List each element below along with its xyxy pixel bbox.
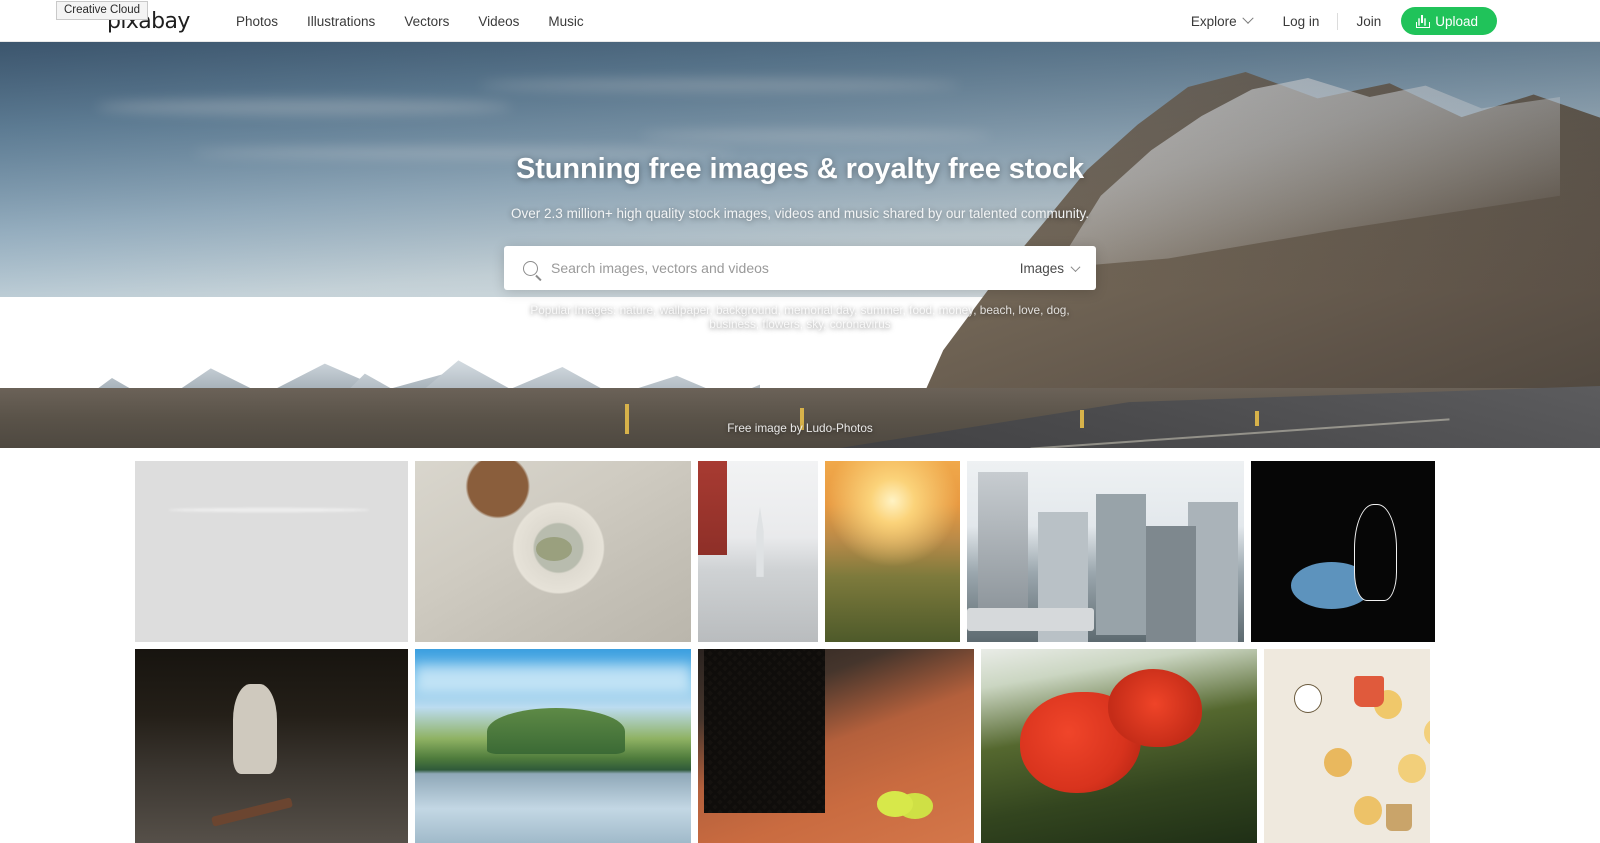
hero-content: Stunning free images & royalty free stoc…: [0, 42, 1600, 332]
tile-tennis-racket[interactable]: [698, 649, 974, 843]
join-link[interactable]: Join: [1356, 14, 1381, 29]
chevron-down-icon: [1241, 12, 1254, 24]
tile-mountain-lake[interactable]: [415, 649, 691, 843]
popular-searches-label: Popular Images:: [530, 303, 617, 317]
tile-moscow-runner[interactable]: [698, 461, 818, 642]
upload-icon: [1416, 14, 1431, 28]
search-input[interactable]: [551, 260, 1008, 276]
tile-skateboarder[interactable]: [135, 649, 408, 843]
nav-item-photos[interactable]: Photos: [236, 14, 278, 29]
header-divider: [1337, 12, 1339, 30]
hero-banner: Stunning free images & royalty free stoc…: [0, 42, 1600, 448]
popular-searches-terms[interactable]: nature, wallpaper, background, memorial …: [620, 303, 1070, 331]
search-icon: [523, 260, 538, 276]
tile-ink-illustration[interactable]: [1251, 461, 1435, 642]
creative-cloud-tooltip: Creative Cloud: [56, 1, 149, 20]
header-actions: Explore Log in Join Upload: [1191, 0, 1497, 42]
search-type-label: Images: [1019, 260, 1064, 276]
image-grid-row-2: [135, 649, 1465, 843]
tile-dunes-sunrise[interactable]: [135, 461, 408, 642]
nav-item-illustrations[interactable]: Illustrations: [307, 14, 375, 29]
image-grid: [0, 448, 1600, 843]
nav-item-music[interactable]: Music: [548, 14, 583, 29]
tile-food-doodles[interactable]: [1264, 649, 1430, 843]
search-bar[interactable]: Images: [504, 246, 1096, 290]
search-type-dropdown[interactable]: Images: [1008, 260, 1081, 276]
explore-label: Explore: [1190, 13, 1237, 29]
popular-searches: Popular Images: nature, wallpaper, backg…: [520, 303, 1080, 332]
hero-title: Stunning free images & royalty free stoc…: [515, 153, 1084, 185]
explore-menu[interactable]: Explore: [1190, 12, 1254, 29]
tile-green-tea[interactable]: [415, 461, 691, 642]
hero-subtitle: Over 2.3 million+ high quality stock ima…: [511, 206, 1089, 221]
chevron-down-icon: [1070, 261, 1081, 272]
tile-red-poppies[interactable]: [981, 649, 1257, 843]
tile-city-skyline[interactable]: [967, 461, 1244, 642]
image-grid-row-1: [135, 461, 1465, 642]
tile-sunset-field[interactable]: [825, 461, 960, 642]
nav-item-videos[interactable]: Videos: [478, 14, 519, 29]
hero-image-credit[interactable]: Free image by Ludo-Photos: [0, 421, 1600, 435]
upload-button-label: Upload: [1435, 13, 1478, 29]
upload-button[interactable]: Upload: [1401, 7, 1497, 35]
login-link[interactable]: Log in: [1283, 14, 1320, 29]
site-header: pixabay Photos Illustrations Vectors Vid…: [0, 0, 1600, 42]
nav-item-vectors[interactable]: Vectors: [404, 14, 449, 29]
main-navigation: Photos Illustrations Vectors Videos Musi…: [236, 0, 584, 42]
